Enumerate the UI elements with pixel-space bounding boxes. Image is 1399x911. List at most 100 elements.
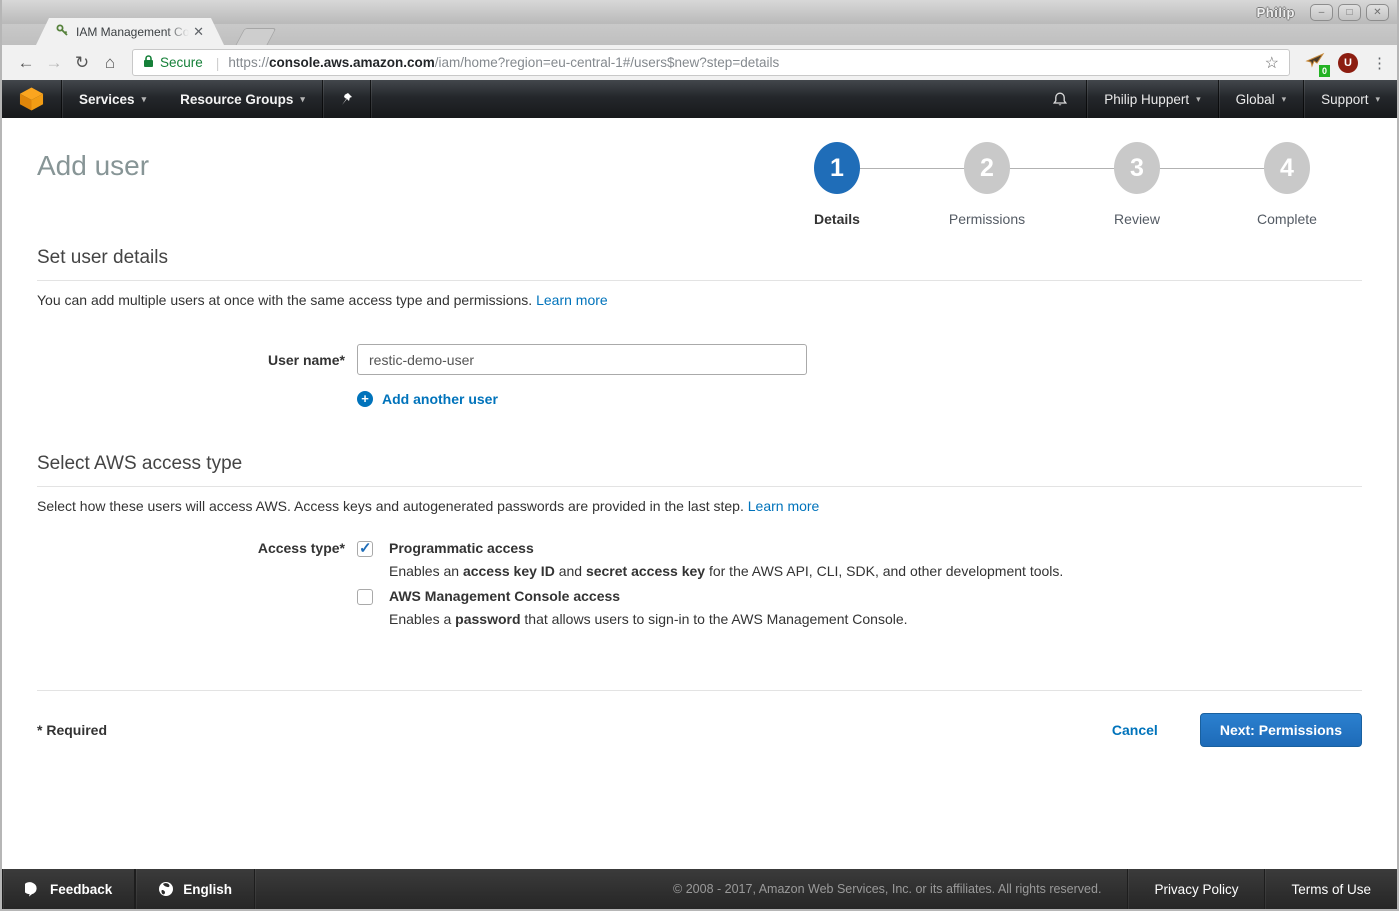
- step-label: Review: [1114, 211, 1160, 227]
- step-label: Details: [814, 211, 860, 227]
- aws-navbar: Services ▾ Resource Groups ▾ Philip Hupp…: [2, 80, 1397, 118]
- add-another-user[interactable]: + Add another user: [357, 391, 1362, 407]
- programmatic-access-option: ✓ Programmatic access Enables an access …: [357, 540, 1063, 588]
- extension-badge: 0: [1319, 65, 1330, 77]
- user-details-intro: You can add multiple users at once with …: [37, 292, 1362, 308]
- step-details: 1 Details: [762, 142, 912, 227]
- resource-groups-label: Resource Groups: [180, 92, 293, 107]
- new-tab-button[interactable]: [235, 28, 276, 45]
- window-minimize-button[interactable]: –: [1310, 4, 1333, 21]
- reload-icon[interactable]: ↻: [68, 53, 96, 73]
- tab-close-icon[interactable]: ✕: [193, 24, 204, 40]
- region-label: Global: [1236, 92, 1275, 107]
- page-title: Add user: [37, 142, 149, 182]
- step-permissions: 2 Permissions: [912, 142, 1062, 227]
- progress-stepper: 1 Details 2 Permissions 3 Review 4 Compl…: [762, 142, 1362, 227]
- account-menu[interactable]: Philip Huppert ▾: [1087, 80, 1217, 118]
- console-access-option: AWS Management Console access Enables a …: [357, 588, 1063, 636]
- bookmark-star-icon[interactable]: ☆: [1265, 53, 1279, 73]
- access-type-row: Access type* ✓ Programmatic access Enabl…: [37, 540, 1362, 636]
- step-circle: 4: [1264, 142, 1310, 194]
- language-button[interactable]: English: [135, 869, 255, 909]
- step-label: Permissions: [949, 211, 1025, 227]
- chevron-down-icon: ▾: [1196, 94, 1201, 105]
- copyright-text: © 2008 - 2017, Amazon Web Services, Inc.…: [673, 869, 1127, 909]
- add-another-user-link[interactable]: Add another user: [382, 391, 498, 407]
- terms-of-use-link[interactable]: Terms of Use: [1264, 869, 1397, 909]
- pin-icon: [340, 92, 353, 107]
- step-circle: 1: [814, 142, 860, 194]
- url-scheme: https://: [228, 55, 269, 70]
- chevron-down-icon: ▾: [142, 94, 147, 105]
- home-icon[interactable]: ⌂: [96, 53, 124, 73]
- bell-icon: [1052, 91, 1068, 108]
- back-icon[interactable]: ←: [12, 53, 40, 73]
- region-menu[interactable]: Global ▾: [1219, 80, 1304, 118]
- actions-divider: [37, 690, 1362, 691]
- step-circle: 3: [1114, 142, 1160, 194]
- option-title: Programmatic access: [389, 540, 1063, 556]
- address-bar[interactable]: Secure | https://console.aws.amazon.com/…: [132, 49, 1290, 76]
- checkmark-icon: ✓: [359, 539, 372, 557]
- notifications-button[interactable]: [1034, 80, 1086, 118]
- required-note: * Required: [37, 722, 107, 738]
- browser-tab[interactable]: IAM Management Co ✕: [36, 18, 224, 45]
- tab-title: IAM Management Co: [76, 25, 189, 39]
- support-label: Support: [1321, 92, 1368, 107]
- url-host: console.aws.amazon.com: [269, 55, 435, 70]
- services-label: Services: [79, 92, 135, 107]
- extension-plane-icon[interactable]: 0: [1305, 51, 1325, 74]
- chevron-down-icon: ▾: [300, 94, 305, 105]
- intro-text: You can add multiple users at once with …: [37, 292, 532, 308]
- feedback-label: Feedback: [50, 882, 112, 897]
- next-permissions-button[interactable]: Next: Permissions: [1200, 713, 1362, 747]
- favicon-key-icon: [56, 24, 69, 40]
- feedback-button[interactable]: Feedback: [2, 869, 135, 909]
- browser-menu-icon[interactable]: ⋮: [1372, 54, 1387, 72]
- window-maximize-button[interactable]: □: [1338, 4, 1361, 21]
- console-access-checkbox[interactable]: [357, 589, 373, 605]
- step-review: 3 Review: [1062, 142, 1212, 227]
- window-close-button[interactable]: ✕: [1366, 4, 1389, 21]
- language-label: English: [183, 882, 232, 897]
- aws-logo[interactable]: [2, 80, 61, 118]
- browser-toolbar: ← → ↻ ⌂ Secure | https://console.aws.ama…: [2, 45, 1397, 80]
- chevron-down-icon: ▾: [1375, 94, 1380, 105]
- step-circle: 2: [964, 142, 1010, 194]
- omnibox-separator: |: [216, 55, 220, 71]
- navbar-divider: [370, 80, 371, 118]
- cancel-button[interactable]: Cancel: [1112, 722, 1158, 738]
- plus-circle-icon: +: [357, 391, 373, 407]
- extension-ublock-icon[interactable]: U: [1338, 53, 1358, 73]
- chevron-down-icon: ▾: [1282, 94, 1287, 105]
- step-complete: 4 Complete: [1212, 142, 1362, 227]
- set-user-details-heading: Set user details: [37, 247, 1362, 281]
- browser-window: { "window": { "title": "Philip" }, "brow…: [0, 0, 1399, 911]
- username-input[interactable]: [357, 344, 807, 375]
- speech-bubble-icon: [25, 882, 41, 897]
- wizard-actions: * Required Cancel Next: Permissions: [37, 713, 1362, 747]
- resource-groups-menu[interactable]: Resource Groups ▾: [163, 80, 322, 118]
- lock-icon: [143, 54, 154, 71]
- option-description: Enables a password that allows users to …: [389, 611, 908, 627]
- username-row: User name*: [37, 344, 1362, 375]
- intro-text: Select how these users will access AWS. …: [37, 498, 744, 514]
- secure-label[interactable]: Secure: [160, 55, 203, 70]
- services-menu[interactable]: Services ▾: [62, 80, 163, 118]
- page-header: Add user 1 Details 2 Permissions 3 Revie…: [37, 118, 1362, 227]
- access-type-heading: Select AWS access type: [37, 453, 1362, 487]
- programmatic-access-checkbox[interactable]: ✓: [357, 541, 373, 557]
- pin-shortcut-button[interactable]: [323, 80, 370, 118]
- page-footer: Feedback English © 2008 - 2017, Amazon W…: [2, 869, 1397, 909]
- forward-icon: →: [40, 53, 68, 73]
- step-label: Complete: [1257, 211, 1317, 227]
- access-type-label: Access type*: [37, 540, 345, 636]
- account-name: Philip Huppert: [1104, 92, 1189, 107]
- window-title: Philip: [1257, 5, 1295, 20]
- support-menu[interactable]: Support ▾: [1304, 80, 1397, 118]
- globe-icon: [158, 881, 174, 897]
- learn-more-link[interactable]: Learn more: [748, 498, 820, 514]
- page-url[interactable]: https://console.aws.amazon.com/iam/home?…: [228, 55, 779, 70]
- learn-more-link[interactable]: Learn more: [536, 292, 608, 308]
- privacy-policy-link[interactable]: Privacy Policy: [1127, 869, 1264, 909]
